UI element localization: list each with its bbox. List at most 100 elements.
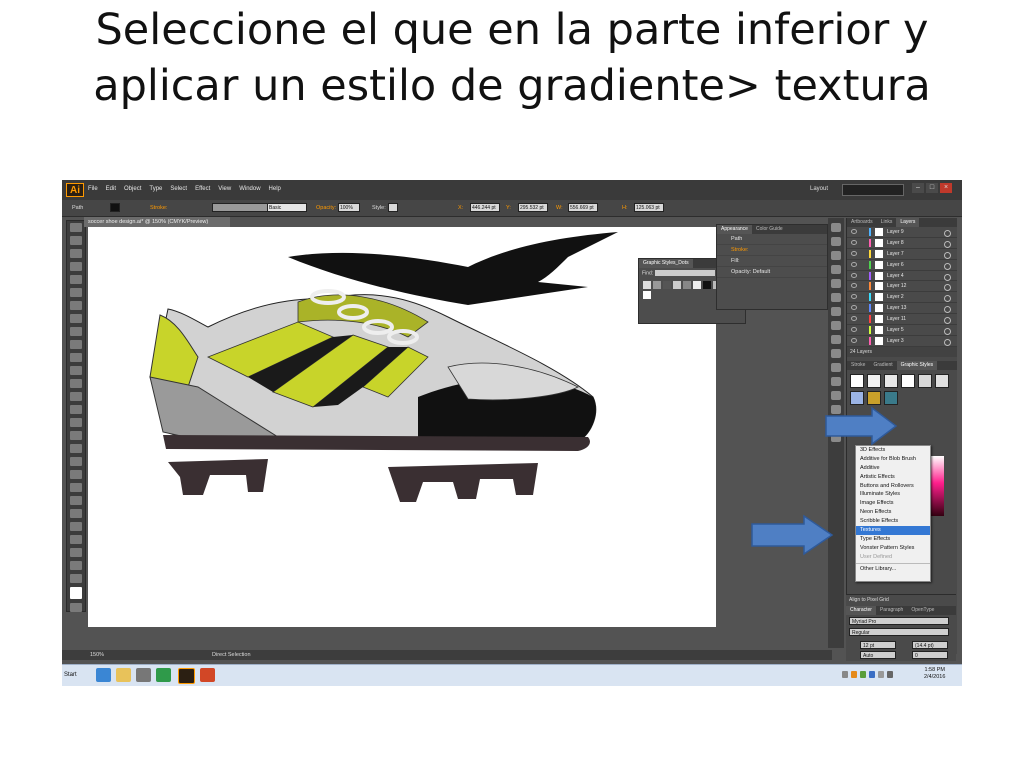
zoom-tool-icon[interactable]: [70, 574, 82, 583]
document-tab[interactable]: soccer shoe design.ai* @ 150% (CMYK/Prev…: [84, 217, 230, 227]
layer-row[interactable]: Layer 13: [847, 303, 957, 315]
blob-brush-tool-icon[interactable]: [70, 353, 82, 362]
align-pixel-grid-option[interactable]: Align to Pixel Grid: [849, 597, 889, 603]
menu-item-image-effects[interactable]: Image Effects: [856, 499, 930, 508]
tab-opentype[interactable]: OpenType: [907, 606, 938, 615]
opacity-label[interactable]: Opacity:: [316, 205, 336, 211]
graphic-style-swatch[interactable]: [884, 390, 898, 405]
menu-effect[interactable]: Effect: [195, 186, 210, 192]
fill-stroke-icon[interactable]: [70, 587, 82, 599]
artboard-canvas[interactable]: [88, 227, 640, 627]
color-panel-icon[interactable]: [831, 223, 841, 232]
stroke-panel-icon[interactable]: [831, 279, 841, 288]
paintbrush-tool-icon[interactable]: [70, 327, 82, 336]
menu-item-illuminate-styles[interactable]: Illuminate Styles: [856, 490, 930, 499]
tab-appearance[interactable]: Appearance: [717, 225, 752, 234]
tracking-field[interactable]: 0: [912, 651, 948, 659]
graphic-style-swatch[interactable]: [901, 373, 915, 388]
layer-row[interactable]: Layer 3: [847, 336, 957, 347]
library-find-input[interactable]: [654, 270, 715, 276]
close-button[interactable]: ×: [940, 183, 952, 193]
tray-icon[interactable]: [878, 671, 884, 678]
leading-field[interactable]: (14.4 pt): [912, 641, 948, 649]
minimize-button[interactable]: –: [912, 183, 924, 193]
swatches-panel-icon[interactable]: [831, 237, 841, 246]
eraser-tool-icon[interactable]: [70, 366, 82, 375]
graphic-style-swatch[interactable]: [918, 373, 932, 388]
media-player-icon[interactable]: [136, 668, 151, 682]
maximize-button[interactable]: □: [926, 183, 938, 193]
chrome-icon[interactable]: [156, 668, 171, 682]
pathfinder-panel-icon[interactable]: [831, 391, 841, 400]
kerning-field[interactable]: Auto: [860, 651, 896, 659]
width-tool-icon[interactable]: [70, 405, 82, 414]
search-input[interactable]: [842, 184, 904, 196]
opacity-field[interactable]: 100%: [338, 203, 360, 212]
perspective-grid-tool-icon[interactable]: [70, 444, 82, 453]
brushes-panel-icon[interactable]: [831, 251, 841, 260]
appearance-path-row[interactable]: Path: [717, 234, 827, 245]
layer-row[interactable]: Layer 11: [847, 314, 957, 326]
rotate-tool-icon[interactable]: [70, 379, 82, 388]
target-icon[interactable]: [944, 284, 951, 292]
menu-item-vonster-pattern-styles[interactable]: Vonster Pattern Styles: [856, 544, 930, 553]
tab-layers[interactable]: Layers: [896, 218, 920, 227]
direct-selection-tool-icon[interactable]: [70, 236, 82, 245]
rectangle-tool-icon[interactable]: [70, 314, 82, 323]
dot-swatch[interactable]: [693, 281, 701, 290]
target-icon[interactable]: [944, 251, 951, 259]
tab-color-guide[interactable]: Color Guide: [752, 225, 787, 234]
column-graph-tool-icon[interactable]: [70, 522, 82, 531]
font-size-field[interactable]: 12 pt: [860, 641, 896, 649]
target-icon[interactable]: [944, 273, 951, 281]
menu-type[interactable]: Type: [149, 186, 162, 192]
artboard-tool-icon[interactable]: [70, 535, 82, 544]
symbols-panel-icon[interactable]: [831, 265, 841, 274]
h-field[interactable]: 125.063 pt: [634, 203, 664, 212]
menu-item-3d-effects[interactable]: 3D Effects: [856, 446, 930, 455]
font-family-select[interactable]: Myriad Pro: [849, 617, 949, 625]
y-field[interactable]: 295.532 pt: [518, 203, 548, 212]
layer-row[interactable]: Layer 7: [847, 249, 957, 260]
target-icon[interactable]: [944, 295, 951, 303]
menu-item-neon-effects[interactable]: Neon Effects: [856, 508, 930, 517]
dot-swatch[interactable]: [683, 281, 691, 290]
magic-wand-tool-icon[interactable]: [70, 249, 82, 258]
target-icon[interactable]: [944, 306, 951, 314]
target-icon[interactable]: [944, 230, 951, 237]
current-tool-status[interactable]: Direct Selection: [212, 650, 251, 660]
layer-row[interactable]: Layer 2: [847, 292, 957, 304]
file-explorer-icon[interactable]: [116, 668, 131, 682]
eyedropper-tool-icon[interactable]: [70, 483, 82, 492]
tab-artboards[interactable]: Artboards: [847, 218, 877, 227]
hand-tool-icon[interactable]: [70, 561, 82, 570]
graphic-style-swatch[interactable]: [850, 373, 864, 388]
start-button[interactable]: Start: [64, 669, 86, 681]
mesh-tool-icon[interactable]: [70, 457, 82, 466]
visibility-eye-icon[interactable]: [851, 229, 857, 234]
pen-tool-icon[interactable]: [70, 275, 82, 284]
layer-row[interactable]: Layer 6: [847, 260, 957, 271]
menu-help[interactable]: Help: [269, 186, 281, 192]
tab-character[interactable]: Character: [846, 606, 876, 615]
visibility-eye-icon[interactable]: [851, 294, 857, 300]
visibility-eye-icon[interactable]: [851, 283, 857, 289]
volume-icon[interactable]: [887, 671, 893, 678]
tab-graphic-styles[interactable]: Graphic Styles: [896, 360, 938, 370]
graphic-style-swatch[interactable]: [884, 373, 898, 388]
menu-item-other-library[interactable]: Other Library...: [856, 565, 930, 574]
layers-panel-icon[interactable]: [831, 349, 841, 358]
tab-links[interactable]: Links: [877, 218, 897, 227]
transform-panel-icon[interactable]: [831, 377, 841, 386]
dot-swatch[interactable]: [653, 281, 661, 290]
style-swatch[interactable]: [388, 203, 398, 212]
visibility-eye-icon[interactable]: [851, 337, 857, 343]
menu-item-textures[interactable]: Textures: [856, 526, 930, 535]
appearance-panel-icon[interactable]: [831, 321, 841, 330]
symbol-sprayer-tool-icon[interactable]: [70, 509, 82, 518]
visibility-eye-icon[interactable]: [851, 305, 857, 311]
menu-object[interactable]: Object: [124, 186, 141, 192]
visibility-eye-icon[interactable]: [851, 261, 857, 267]
tab-gradient[interactable]: Gradient: [869, 361, 896, 370]
graphic-style-swatch[interactable]: [850, 390, 864, 405]
